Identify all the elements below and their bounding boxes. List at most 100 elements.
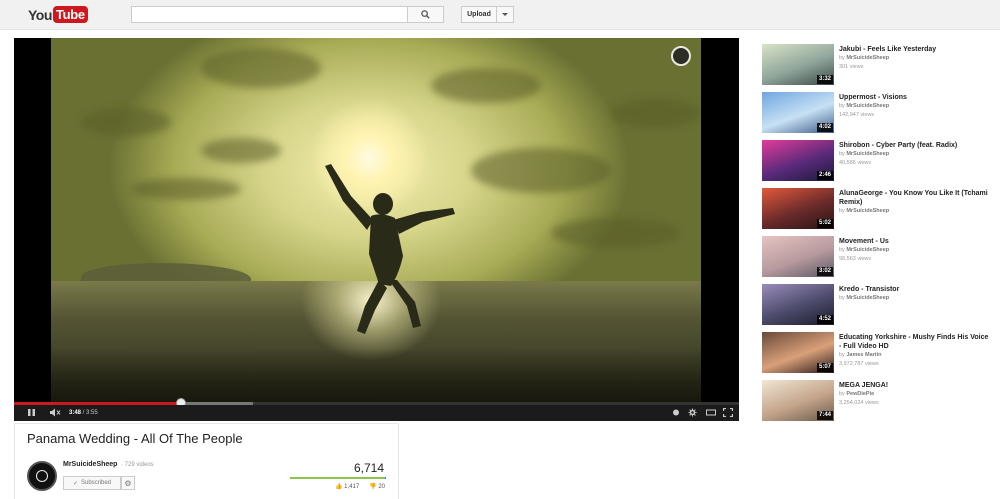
video-duration: 5:07 xyxy=(816,363,833,372)
by-label: by xyxy=(839,208,845,214)
video-title: Panama Wedding - All Of The People xyxy=(27,431,243,446)
chevron-down-icon xyxy=(502,13,508,16)
related-video-item[interactable]: 4:52 Kredo - Transistor by MrSuicideSheep xyxy=(762,284,992,326)
by-label: by xyxy=(839,151,845,157)
thumbs-up-icon: 👍 xyxy=(335,484,343,490)
pause-icon[interactable] xyxy=(27,408,36,417)
related-video-title[interactable]: AlunaGeorge - You Know You Like It (Tcha… xyxy=(839,189,989,207)
video-duration: 5:02 xyxy=(816,219,833,228)
related-video-channel: by PewDiePie xyxy=(839,390,989,399)
video-thumbnail[interactable]: 4:02 xyxy=(762,92,834,133)
related-video-channel: by James Martin xyxy=(839,351,989,360)
by-label: by xyxy=(839,103,845,109)
like-count: 1,417 xyxy=(344,484,360,490)
video-duration: 3:02 xyxy=(816,267,833,276)
gear-icon[interactable] xyxy=(688,408,697,417)
related-video-views: 3,254,024 views xyxy=(839,400,879,406)
video-thumbnail[interactable]: 3:32 xyxy=(762,44,834,85)
related-video-item[interactable]: 7:44 MEGA JENGA! by PewDiePie 3,254,024 vie… xyxy=(762,380,992,422)
volume-muted-icon[interactable] xyxy=(49,408,61,417)
video-thumbnail[interactable]: 2:46 xyxy=(762,140,834,181)
hd-quality-icon[interactable] xyxy=(672,408,680,417)
video-info-card: Panama Wedding - All Of The People MrSui… xyxy=(14,423,399,499)
fullscreen-icon[interactable] xyxy=(723,408,733,417)
subscribed-label: Subscribed xyxy=(81,480,112,486)
upload-button[interactable]: Upload xyxy=(461,6,497,23)
masthead: You Tube Upload xyxy=(0,0,1000,30)
related-video-views: 301 views xyxy=(839,64,864,70)
video-thumbnail[interactable]: 4:52 xyxy=(762,284,834,325)
video-player[interactable]: 3:48 / 3:55 xyxy=(14,38,739,421)
search-input[interactable] xyxy=(131,6,408,23)
video-thumbnail[interactable]: 5:02 xyxy=(762,188,834,229)
video-thumbnail[interactable]: 3:02 xyxy=(762,236,834,277)
search-icon xyxy=(421,10,430,19)
related-video-channel: by MrSuicideSheep xyxy=(839,54,989,63)
channel-watermark-icon[interactable] xyxy=(671,46,691,66)
like-dislike-counts: 👍 1,417 👎 20 xyxy=(335,483,385,490)
related-video-title[interactable]: Shirobon - Cyber Party (feat. Radix) xyxy=(839,141,989,150)
sentiment-bar-likes xyxy=(290,477,385,479)
related-video-title[interactable]: Movement - Us xyxy=(839,237,989,246)
logo-you-text: You xyxy=(28,6,52,23)
logo-tube-text: Tube xyxy=(52,6,88,23)
related-video-views: 142,947 views xyxy=(839,112,875,118)
video-frame[interactable] xyxy=(51,38,701,402)
video-duration: 4:02 xyxy=(816,123,833,132)
theater-mode-icon[interactable] xyxy=(706,408,716,417)
checkmark-icon: ✓ xyxy=(72,480,78,487)
related-video-title[interactable]: Uppermost - Visions xyxy=(839,93,989,102)
channel-avatar[interactable] xyxy=(27,461,57,491)
related-video-item[interactable]: 2:46 Shirobon - Cyber Party (feat. Radix)… xyxy=(762,140,992,182)
player-controls: 3:48 / 3:55 xyxy=(14,405,739,421)
video-thumbnail[interactable]: 7:44 xyxy=(762,380,834,421)
channel-link[interactable]: MrSuicideSheep xyxy=(846,151,889,157)
by-label: by xyxy=(839,352,845,358)
youtube-logo[interactable]: You Tube xyxy=(28,5,88,24)
search-button[interactable] xyxy=(407,6,444,23)
related-video-channel: by MrSuicideSheep xyxy=(839,150,989,159)
related-video-item[interactable]: 3:02 Movement - Us by MrSuicideSheep 98,563… xyxy=(762,236,992,278)
dislike-count: 20 xyxy=(378,484,386,490)
related-video-views: 98,563 views xyxy=(839,256,872,262)
upload-dropdown-button[interactable] xyxy=(496,6,514,23)
related-video-channel: by MrSuicideSheep xyxy=(839,246,989,255)
video-duration: 3:32 xyxy=(816,75,833,84)
channel-link[interactable]: MrSuicideSheep xyxy=(846,208,889,214)
video-duration: 7:44 xyxy=(816,411,833,420)
video-thumbnail[interactable]: 5:07 xyxy=(762,332,834,373)
channel-link[interactable]: MrSuicideSheep xyxy=(846,55,889,61)
by-label: by xyxy=(839,247,845,253)
related-video-views: 40,586 views xyxy=(839,160,872,166)
related-video-channel: by MrSuicideSheep xyxy=(839,294,989,303)
related-video-channel: by MrSuicideSheep xyxy=(839,102,989,111)
related-video-views: 3,972,787 views xyxy=(839,361,879,367)
by-label: by xyxy=(839,391,845,397)
channel-link[interactable]: MrSuicideSheep xyxy=(846,103,889,109)
video-duration: 4:52 xyxy=(816,315,833,324)
subscription-settings-button[interactable]: ⚙ xyxy=(121,476,135,490)
related-video-item[interactable]: 5:07 Educating Yorkshire - Mushy Finds Hi… xyxy=(762,332,992,374)
jumping-person-silhouette xyxy=(325,164,455,334)
time-display: 3:48 / 3:55 xyxy=(69,410,98,416)
by-label: by xyxy=(839,55,845,61)
subscribed-button[interactable]: ✓ Subscribed xyxy=(63,476,121,490)
channel-link[interactable]: MrSuicideSheep xyxy=(846,247,889,253)
related-video-title[interactable]: Kredo - Transistor xyxy=(839,285,989,294)
gear-icon: ⚙ xyxy=(124,478,132,488)
dislike-button[interactable]: 👎 20 xyxy=(369,483,385,490)
video-duration: 2:46 xyxy=(816,171,833,180)
channel-link[interactable]: MrSuicideSheep xyxy=(846,295,889,301)
related-video-title[interactable]: Educating Yorkshire - Mushy Finds His Vo… xyxy=(839,333,989,351)
channel-video-count: · 729 videos xyxy=(121,462,154,468)
channel-link[interactable]: James Martin xyxy=(846,352,881,358)
channel-name-link[interactable]: MrSuicideSheep xyxy=(63,461,117,468)
related-video-item[interactable]: 4:02 Uppermost - Visions by MrSuicideSheep… xyxy=(762,92,992,134)
related-video-channel: by MrSuicideSheep xyxy=(839,207,989,216)
related-video-item[interactable]: 3:32 Jakubi - Feels Like Yesterday by MrSu… xyxy=(762,44,992,86)
related-video-title[interactable]: Jakubi - Feels Like Yesterday xyxy=(839,45,989,54)
related-video-item[interactable]: 5:02 AlunaGeorge - You Know You Like It (… xyxy=(762,188,992,230)
related-video-title[interactable]: MEGA JENGA! xyxy=(839,381,989,390)
channel-link[interactable]: PewDiePie xyxy=(846,391,874,397)
like-button[interactable]: 👍 1,417 xyxy=(335,483,359,490)
